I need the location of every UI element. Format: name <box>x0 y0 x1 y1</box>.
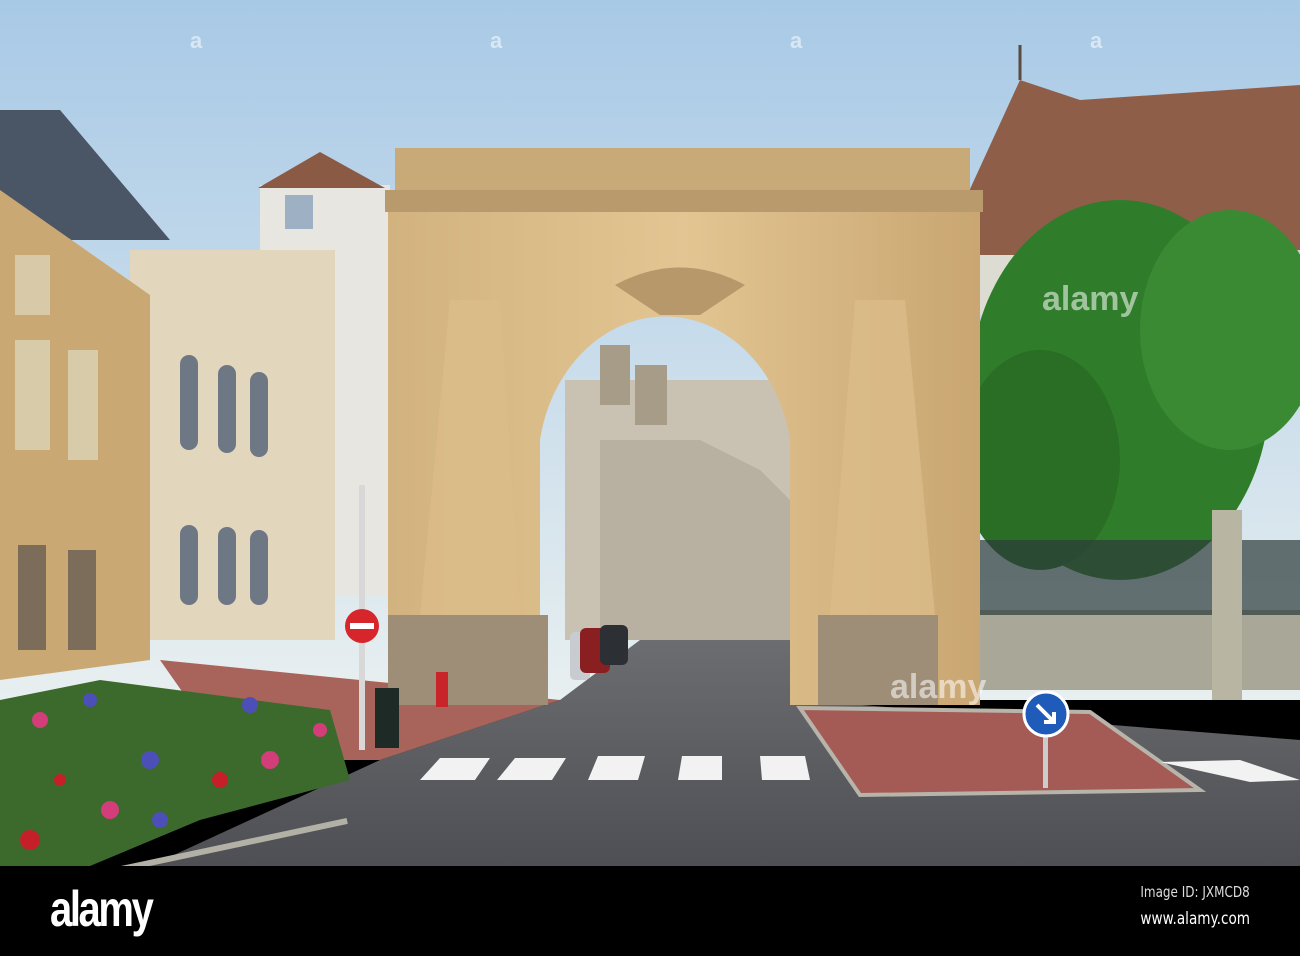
trash-bin <box>375 688 399 748</box>
distant-street-buildings <box>565 345 795 640</box>
alamy-logo[interactable]: alamy <box>50 880 154 938</box>
photo-scene <box>0 0 1300 866</box>
watermark: a <box>1090 28 1103 53</box>
watermark-logo: alamy <box>1042 280 1139 318</box>
watermark: a <box>790 28 803 53</box>
image-id: Image ID: JXMCD8 <box>1140 883 1250 901</box>
watermark: a <box>490 28 503 53</box>
watermark: a <box>190 28 203 53</box>
website-link[interactable]: www.alamy.com <box>1140 909 1250 929</box>
traffic-island <box>796 705 1207 798</box>
watermark-logo: alamy <box>890 668 987 706</box>
fire-hydrant <box>436 672 448 707</box>
stock-photo: a a a a alamy alamy alamy Image ID: JXMC… <box>0 0 1300 956</box>
footer-bar: alamy Image ID: JXMCD8 www.alamy.com <box>0 866 1300 956</box>
